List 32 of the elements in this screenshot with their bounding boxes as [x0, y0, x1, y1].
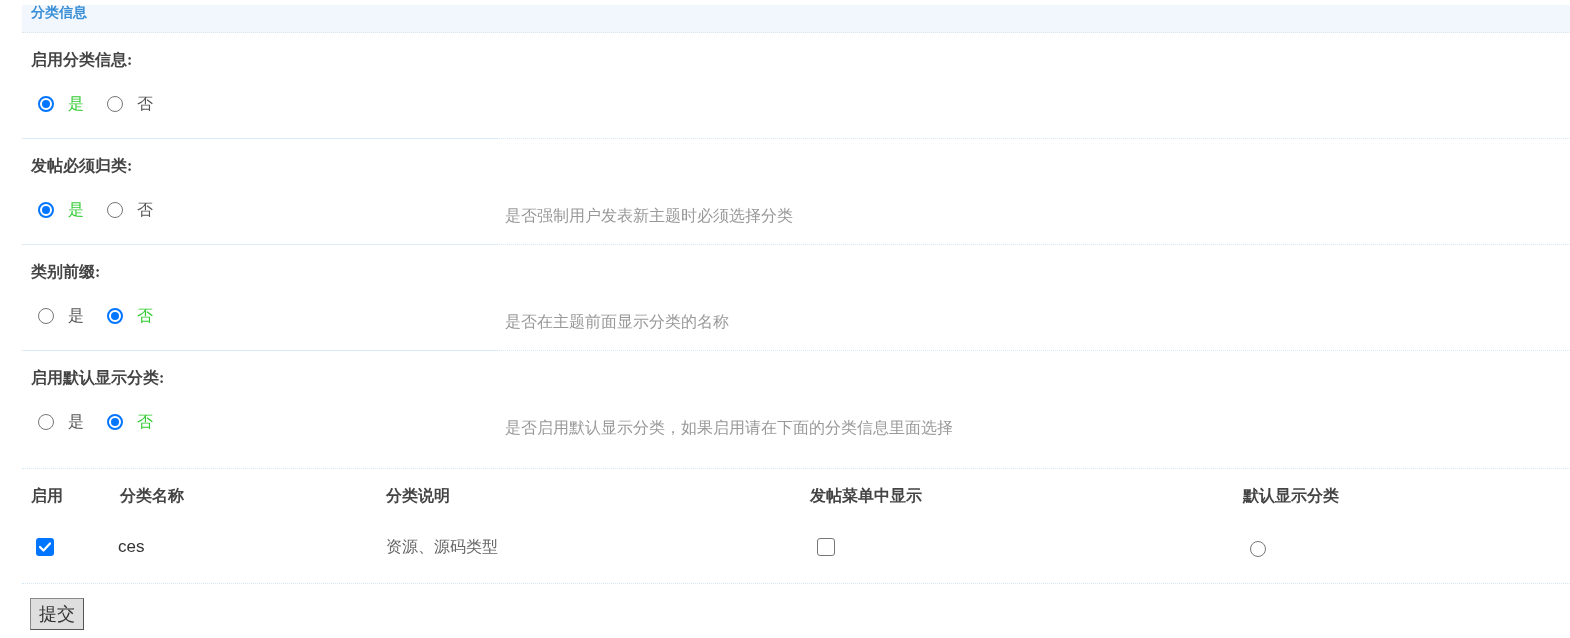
- section-title: 分类信息: [31, 5, 87, 21]
- setting-description: 是否强制用户发表新主题时必须选择分类: [505, 206, 794, 226]
- radio-label[interactable]: 否: [137, 93, 153, 115]
- column-header: 分类名称: [120, 486, 185, 506]
- table-cell-text: ces: [118, 536, 146, 558]
- setting-label: 启用默认显示分类:: [31, 368, 166, 388]
- radio-button[interactable]: [107, 202, 123, 218]
- column-header: 默认显示分类: [1243, 486, 1340, 506]
- setting-label: 类别前缀:: [31, 262, 102, 282]
- column-header: 分类说明: [386, 486, 451, 506]
- radio-label[interactable]: 是: [68, 411, 84, 433]
- setting-description: 是否在主题前面显示分类的名称: [505, 312, 730, 332]
- radio-button[interactable]: [107, 96, 123, 112]
- table-cell-text: 资源、源码类型: [386, 537, 499, 557]
- radio-button[interactable]: [1250, 541, 1266, 557]
- column-header: 启用: [31, 486, 64, 506]
- radio-button[interactable]: [38, 96, 54, 112]
- setting-description: 是否启用默认显示分类，如果启用请在下面的分类信息里面选择: [505, 418, 954, 438]
- setting-label: 启用分类信息:: [31, 50, 134, 70]
- setting-label: 发帖必须归类:: [31, 156, 134, 176]
- radio-button[interactable]: [38, 202, 54, 218]
- check-icon: [39, 542, 51, 552]
- radio-button[interactable]: [107, 414, 123, 430]
- radio-button[interactable]: [38, 414, 54, 430]
- radio-label[interactable]: 是: [68, 305, 84, 327]
- radio-label[interactable]: 否: [137, 199, 153, 221]
- radio-button[interactable]: [107, 308, 123, 324]
- submit-button[interactable]: 提交: [30, 598, 84, 630]
- checkbox[interactable]: [817, 538, 835, 556]
- checkbox[interactable]: [36, 538, 54, 556]
- radio-button[interactable]: [38, 308, 54, 324]
- column-header: 发帖菜单中显示: [810, 486, 923, 506]
